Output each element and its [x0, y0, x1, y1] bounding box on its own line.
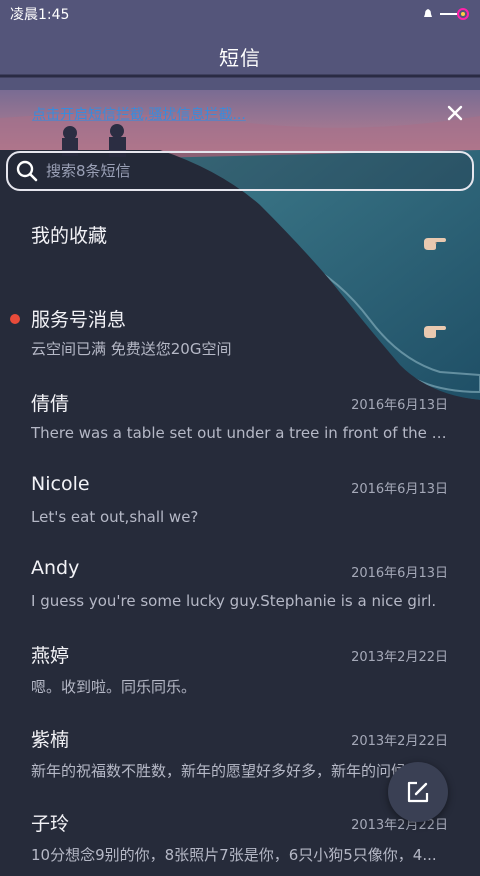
contact-name: 子玲 [31, 813, 70, 835]
compose-icon [407, 781, 429, 803]
contact-name: Andy [31, 557, 80, 579]
pointing-hand-icon [424, 326, 446, 338]
contact-name: 紫楠 [31, 729, 70, 751]
list-item[interactable]: Nicole 2016年6月13日 Let's eat out,shall we… [0, 456, 480, 540]
unread-dot [10, 314, 20, 324]
notice-banner[interactable]: 点击开启短信拦截,骚扰信息拦截... [0, 100, 480, 128]
message-date: 2016年6月13日 [351, 482, 448, 497]
message-date: 2016年6月13日 [351, 566, 448, 581]
contact-name: 我的收藏 [31, 225, 108, 247]
status-time: 凌晨1:45 [10, 7, 70, 23]
page-title: 短信 [219, 45, 261, 70]
status-bar: 凌晨1:45 [0, 0, 480, 28]
message-preview: 10分想念9别的你，8张照片7张是你，6只小狗5只像你，4... [31, 846, 437, 864]
message-preview: There was a table set out under a tree i… [31, 424, 449, 442]
message-date: 2013年2月22日 [351, 650, 448, 665]
contact-name: 倩倩 [31, 393, 70, 415]
bell-icon [424, 9, 432, 17]
message-preview: 嗯。收到啦。同乐同乐。 [31, 678, 197, 696]
message-preview: I guess you're some lucky guy.Stephanie … [31, 592, 437, 610]
contact-name: 燕婷 [31, 645, 70, 667]
banner-link[interactable]: 点击开启短信拦截,骚扰信息拦截... [32, 104, 246, 124]
close-icon[interactable] [444, 102, 466, 124]
search-input[interactable] [44, 161, 448, 181]
list-item[interactable]: 燕婷 2013年2月22日 嗯。收到啦。同乐同乐。 [0, 624, 480, 708]
list-item[interactable]: Andy 2016年6月13日 I guess you're some luck… [0, 540, 480, 624]
search-bar[interactable] [6, 151, 474, 191]
compose-button[interactable] [388, 762, 448, 822]
pointing-hand-icon [424, 238, 446, 250]
message-preview: Let's eat out,shall we? [31, 508, 199, 526]
battery-icon [440, 8, 469, 20]
message-date: 2016年6月13日 [351, 398, 448, 413]
message-date: 2013年2月22日 [351, 734, 448, 749]
status-icons [422, 8, 470, 20]
search-icon [16, 160, 38, 182]
contact-name: 服务号消息 [31, 309, 127, 331]
list-item-favorites[interactable]: 我的收藏 [0, 204, 480, 288]
contact-name: Nicole [31, 473, 90, 495]
message-preview: 新年的祝福数不胜数，新年的愿望好多好多，新年的问候... [31, 762, 421, 780]
list-item[interactable]: 倩倩 2016年6月13日 There was a table set out … [0, 372, 480, 456]
message-preview: 云空间已满 免费送您20G空间 [31, 340, 232, 358]
list-item-service-messages[interactable]: 服务号消息 云空间已满 免费送您20G空间 [0, 288, 480, 372]
